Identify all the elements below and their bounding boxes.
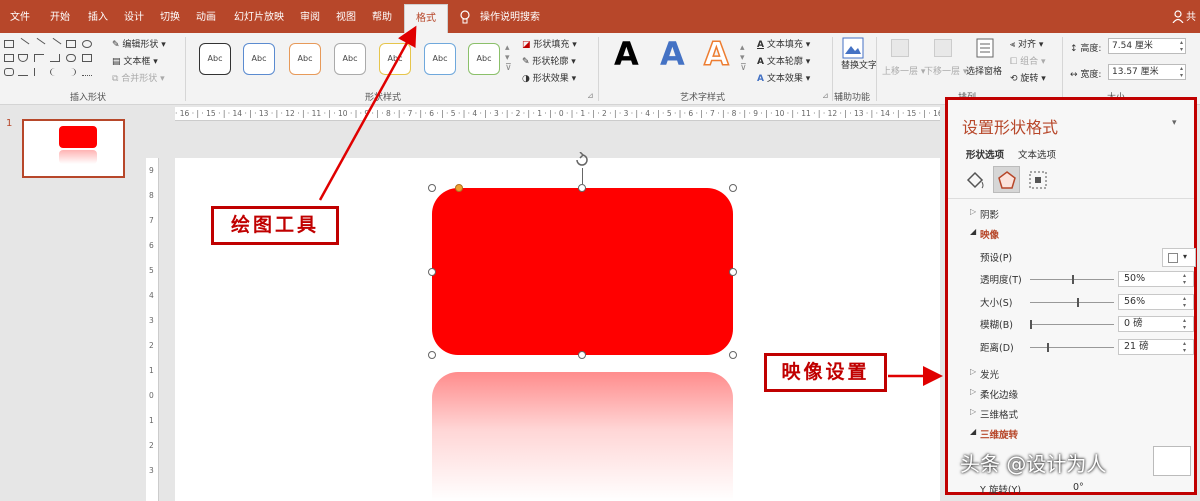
annotation-arrows — [318, 25, 943, 386]
callout-reflection-settings: 映像设置 — [764, 353, 887, 392]
powerpoint-window: 文件 开始 插入 设计 切换 动画 幻灯片放映 审阅 视图 帮助 格式 操作说明… — [0, 0, 1200, 501]
watermark: 头条 @设计为人 — [960, 452, 1107, 476]
callout-drawing-tools: 绘图工具 — [211, 206, 339, 245]
